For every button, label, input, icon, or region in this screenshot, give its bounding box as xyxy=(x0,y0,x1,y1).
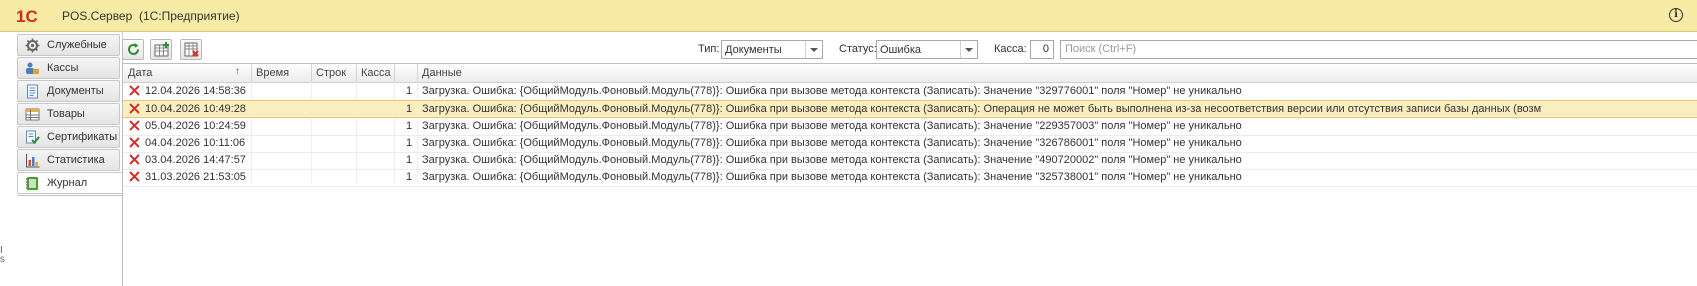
sidebar-item-statistics[interactable]: Статистика xyxy=(17,149,120,171)
type-label: Тип: xyxy=(698,43,720,55)
info-icon[interactable]: i xyxy=(1669,8,1683,22)
row-data: Загрузка. Ошибка: {ОбщийМодуль.Фоновый.М… xyxy=(422,103,1542,115)
status-select-value: Ошибка xyxy=(880,44,921,56)
row-date: 31.03.2026 21:53:05 xyxy=(145,171,246,183)
column-header-time[interactable]: Время xyxy=(256,67,289,79)
refresh-icon xyxy=(128,43,139,55)
row-count: 1 xyxy=(406,85,413,97)
row-data: Загрузка. Ошибка: {ОбщийМодуль.Фоновый.М… xyxy=(422,154,1242,166)
column-header-cashbox[interactable]: Касса xyxy=(361,67,391,79)
document-icon xyxy=(27,84,38,99)
svg-text:1С: 1С xyxy=(16,7,38,25)
journal-icon xyxy=(26,177,38,190)
sidebar: Служебные Кассы Документы Товары Сертифи… xyxy=(0,32,123,286)
row-data: Загрузка. Ошибка: {ОбщийМодуль.Фоновый.М… xyxy=(422,120,1242,132)
table-row[interactable]: 31.03.2026 21:53:05 1 Загрузка. Ошибка: … xyxy=(123,169,1697,187)
row-count: 1 xyxy=(406,103,413,115)
chevron-down-icon[interactable] xyxy=(960,41,977,58)
sidebar-item-label: Документы xyxy=(47,85,104,97)
row-date: 05.04.2026 10:24:59 xyxy=(145,120,246,132)
row-date: 12.04.2026 14:58:36 xyxy=(145,85,246,97)
column-header-date[interactable]: Дата xyxy=(128,67,152,79)
error-x-icon xyxy=(129,171,140,182)
delete-table-button[interactable] xyxy=(180,39,202,60)
type-select[interactable]: Документы xyxy=(721,40,823,59)
row-count: 1 xyxy=(406,154,413,166)
journal-table: Дата ↑ Время Строк Касса Данные 12.04.20… xyxy=(122,63,1697,286)
sidebar-item-label: Служебные xyxy=(47,39,107,51)
gear-icon xyxy=(25,38,40,53)
statistics-icon xyxy=(26,154,40,168)
row-count: 1 xyxy=(406,120,413,132)
status-select[interactable]: Ошибка xyxy=(876,40,978,59)
edge-text: s xyxy=(0,254,5,265)
table-row[interactable]: 04.04.2026 10:11:06 1 Загрузка. Ошибка: … xyxy=(123,135,1697,153)
sidebar-item-label: Товары xyxy=(47,108,85,120)
sidebar-item-label: Сертификаты xyxy=(47,131,118,143)
type-select-value: Документы xyxy=(725,44,782,56)
row-date: 04.04.2026 10:11:06 xyxy=(145,137,246,149)
sidebar-item-cashboxes[interactable]: Кассы xyxy=(17,57,120,79)
column-header-data[interactable]: Данные xyxy=(422,67,462,79)
chevron-down-icon[interactable] xyxy=(805,41,822,58)
cashbox-input[interactable]: 0 xyxy=(1030,40,1054,59)
sidebar-item-goods[interactable]: Товары xyxy=(17,103,120,125)
window-title: POS.Сервер (1С:Предприятие) xyxy=(62,9,240,23)
sidebar-item-certificates[interactable]: Сертификаты xyxy=(17,126,120,148)
cashbox-label: Касса: xyxy=(994,43,1027,55)
table-row[interactable]: 03.04.2026 14:47:57 1 Загрузка. Ошибка: … xyxy=(123,152,1697,170)
column-separator xyxy=(356,64,357,82)
column-header-rows[interactable]: Строк xyxy=(316,67,346,79)
1c-logo-icon: 1С xyxy=(16,7,38,25)
row-count: 1 xyxy=(406,171,413,183)
column-separator xyxy=(417,64,418,82)
column-separator xyxy=(251,64,252,82)
sort-ascending-icon: ↑ xyxy=(235,66,240,77)
sidebar-item-documents[interactable]: Документы xyxy=(17,80,120,102)
refresh-button[interactable] xyxy=(122,39,144,60)
table-delete-icon xyxy=(184,42,199,57)
table-add-icon xyxy=(154,42,169,57)
sidebar-item-label: Статистика xyxy=(47,154,105,166)
row-data: Загрузка. Ошибка: {ОбщийМодуль.Фоновый.М… xyxy=(422,171,1242,183)
add-table-button[interactable] xyxy=(150,39,172,60)
error-x-icon xyxy=(129,154,140,165)
error-x-icon xyxy=(129,137,140,148)
column-separator xyxy=(394,64,395,82)
sidebar-item-journal[interactable]: Журнал xyxy=(17,172,123,194)
error-x-icon xyxy=(129,85,140,96)
error-x-icon xyxy=(129,103,140,114)
row-date: 10.04.2026 10:49:28 xyxy=(145,103,246,115)
sidebar-item-label: Кассы xyxy=(47,62,79,74)
sidebar-divider xyxy=(17,195,122,196)
goods-table-icon xyxy=(25,108,40,121)
table-row[interactable]: 12.04.2026 14:58:36 1 Загрузка. Ошибка: … xyxy=(123,83,1697,101)
sidebar-item-service[interactable]: Служебные xyxy=(17,34,120,56)
error-x-icon xyxy=(129,120,140,131)
table-row[interactable]: 05.04.2026 10:24:59 1 Загрузка. Ошибка: … xyxy=(123,118,1697,136)
row-date: 03.04.2026 14:47:57 xyxy=(145,154,246,166)
table-row-selected[interactable]: 10.04.2026 10:49:28 1 Загрузка. Ошибка: … xyxy=(123,100,1697,118)
search-input[interactable]: Поиск (Ctrl+F) xyxy=(1060,40,1697,59)
sidebar-item-label: Журнал xyxy=(47,177,88,189)
certificate-icon xyxy=(26,130,40,144)
row-data: Загрузка. Ошибка: {ОбщийМодуль.Фоновый.М… xyxy=(422,137,1242,149)
title-bar: 1С POS.Сервер (1С:Предприятие) i xyxy=(0,0,1697,32)
cashier-icon xyxy=(26,62,39,74)
table-header: Дата ↑ Время Строк Касса Данные xyxy=(123,64,1697,83)
row-data: Загрузка. Ошибка: {ОбщийМодуль.Фоновый.М… xyxy=(422,85,1242,97)
status-label: Статус: xyxy=(839,43,877,55)
row-count: 1 xyxy=(406,137,413,149)
column-separator xyxy=(311,64,312,82)
